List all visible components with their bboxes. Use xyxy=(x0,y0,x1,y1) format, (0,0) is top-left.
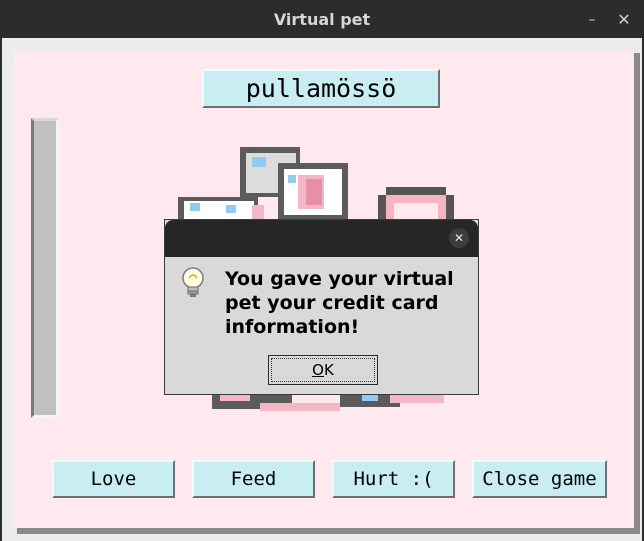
hurt-button[interactable]: Hurt :( xyxy=(332,460,455,498)
title-bar[interactable]: Virtual pet – ✕ xyxy=(0,0,644,38)
dialog-close-button[interactable]: ✕ xyxy=(449,228,469,248)
dialog-message: You gave your virtual pet your credit ca… xyxy=(225,268,454,338)
dialog-title-bar[interactable]: ✕ xyxy=(165,220,478,257)
message-dialog: ✕ You gave your virtual pet your credit … xyxy=(164,219,479,395)
panel-shadow xyxy=(17,528,640,534)
feed-button[interactable]: Feed xyxy=(192,460,315,498)
app-window: Virtual pet – ✕ pullamössö Love Feed Hur… xyxy=(0,0,644,541)
lightbulb-icon xyxy=(182,267,204,297)
window-close-button[interactable]: ✕ xyxy=(614,10,634,30)
minimize-button[interactable]: – xyxy=(582,10,602,30)
close-game-button[interactable]: Close game xyxy=(472,460,607,498)
window-title: Virtual pet xyxy=(273,10,371,29)
ok-button-mnemonic: O xyxy=(312,361,324,379)
ok-button-label-rest: K xyxy=(323,361,334,379)
pet-meter-bar xyxy=(31,118,59,418)
love-button[interactable]: Love xyxy=(52,460,175,498)
ok-button[interactable]: OK xyxy=(268,355,378,385)
pet-name-label: pullamössö xyxy=(202,69,440,108)
panel-shadow xyxy=(634,53,640,528)
